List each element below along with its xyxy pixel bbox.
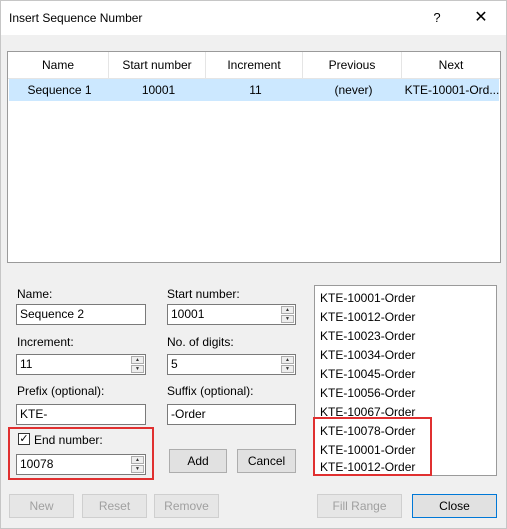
remove-button[interactable]: Remove xyxy=(154,494,219,518)
end-number-stepper[interactable]: 10078 ▲ ▼ xyxy=(16,454,146,475)
prefix-label: Prefix (optional): xyxy=(17,384,105,398)
cancel-button[interactable]: Cancel xyxy=(237,449,296,473)
spin-down-icon[interactable]: ▼ xyxy=(131,465,144,473)
start-number-stepper[interactable]: 10001 ▲ ▼ xyxy=(167,304,296,325)
suffix-input[interactable]: -Order xyxy=(167,404,296,425)
increment-value: 11 xyxy=(20,357,33,371)
start-number-value: 10001 xyxy=(171,307,205,321)
help-icon[interactable]: ? xyxy=(426,7,448,29)
increment-label: Increment: xyxy=(17,335,74,349)
digits-label: No. of digits: xyxy=(167,335,234,349)
digits-stepper[interactable]: 5 ▲ ▼ xyxy=(167,354,296,375)
increment-spinner[interactable]: ▲ ▼ xyxy=(131,356,144,373)
name-input[interactable]: Sequence 2 xyxy=(16,304,146,325)
checkmark-icon: ✓ xyxy=(19,433,29,445)
insert-sequence-dialog: Insert Sequence Number ? ✕ Name Start nu… xyxy=(0,0,507,529)
spin-down-icon[interactable]: ▼ xyxy=(131,365,144,373)
spin-up-icon[interactable]: ▲ xyxy=(281,356,294,364)
digits-value: 5 xyxy=(171,357,178,371)
start-number-spinner[interactable]: ▲ ▼ xyxy=(281,306,294,323)
cell-previous: (never) xyxy=(334,83,373,97)
close-button[interactable]: Close xyxy=(412,494,497,518)
header-name[interactable]: Name xyxy=(8,52,109,78)
spin-up-icon[interactable]: ▲ xyxy=(131,356,144,364)
preview-highlight xyxy=(313,417,432,476)
header-previous[interactable]: Previous xyxy=(303,52,402,78)
spin-down-icon[interactable]: ▼ xyxy=(281,315,294,323)
increment-stepper[interactable]: 11 ▲ ▼ xyxy=(16,354,146,375)
digits-spinner[interactable]: ▲ ▼ xyxy=(281,356,294,373)
table-row[interactable]: Sequence 1 10001 11 (never) KTE-10001-Or… xyxy=(9,79,499,101)
end-number-label: End number: xyxy=(34,433,103,447)
end-number-checkbox[interactable]: ✓ xyxy=(18,433,30,445)
spin-up-icon[interactable]: ▲ xyxy=(131,456,144,464)
add-button[interactable]: Add xyxy=(169,449,227,473)
name-label: Name: xyxy=(17,287,53,301)
table-header: Name Start number Increment Previous Nex… xyxy=(8,52,500,79)
spin-up-icon[interactable]: ▲ xyxy=(281,306,294,314)
end-number-value: 10078 xyxy=(20,457,54,471)
spin-down-icon[interactable]: ▼ xyxy=(281,365,294,373)
header-start-number[interactable]: Start number xyxy=(109,52,206,78)
list-item: KTE-10023-Order xyxy=(320,329,416,343)
dialog-title: Insert Sequence Number xyxy=(9,11,143,25)
list-item: KTE-10034-Order xyxy=(320,348,416,362)
list-item: KTE-10012-Order xyxy=(320,310,416,324)
cell-next: KTE-10001-Ord... xyxy=(404,83,500,97)
cell-increment: 11 xyxy=(249,83,262,97)
close-icon[interactable]: ✕ xyxy=(466,7,496,29)
cell-name: Sequence 1 xyxy=(27,83,92,97)
header-next[interactable]: Next xyxy=(402,52,500,78)
end-number-spinner[interactable]: ▲ ▼ xyxy=(131,456,144,473)
prefix-input[interactable]: KTE- xyxy=(16,404,146,425)
start-number-label: Start number: xyxy=(167,287,240,301)
list-item: KTE-10045-Order xyxy=(320,367,416,381)
sequence-table[interactable]: Name Start number Increment Previous Nex… xyxy=(7,51,501,263)
new-button[interactable]: New xyxy=(9,494,74,518)
cell-start-number: 10001 xyxy=(141,83,176,97)
fill-range-button[interactable]: Fill Range xyxy=(317,494,402,518)
reset-button[interactable]: Reset xyxy=(82,494,147,518)
list-item: KTE-10056-Order xyxy=(320,386,416,400)
suffix-label: Suffix (optional): xyxy=(167,384,254,398)
list-item: KTE-10001-Order xyxy=(320,291,416,305)
title-bar: Insert Sequence Number ? ✕ xyxy=(1,1,506,35)
header-increment[interactable]: Increment xyxy=(206,52,303,78)
